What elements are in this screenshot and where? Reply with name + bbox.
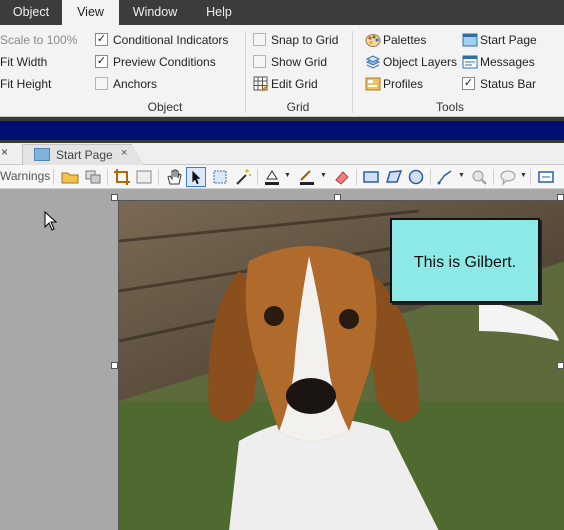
- grid-group-label: Grid: [286, 100, 310, 114]
- group-icon[interactable]: [83, 167, 103, 187]
- profiles-label: Profiles: [383, 77, 424, 91]
- callout-shape-icon[interactable]: [498, 167, 518, 187]
- polygon-icon[interactable]: [384, 167, 404, 187]
- menu-object[interactable]: Object: [0, 0, 62, 25]
- pointer-cursor-icon: [44, 211, 58, 231]
- menu-window[interactable]: Window: [119, 0, 191, 25]
- folder-icon[interactable]: [60, 167, 80, 187]
- layers-icon: [365, 55, 381, 69]
- edit-grid-label: Edit Grid: [271, 77, 318, 91]
- messages-icon: [462, 55, 478, 69]
- line-color-icon[interactable]: [297, 167, 317, 187]
- resize-handle[interactable]: [557, 362, 564, 369]
- start-page-icon: [462, 33, 478, 47]
- callout-text: This is Gilbert.: [413, 254, 517, 271]
- rectangle-icon[interactable]: [361, 167, 381, 187]
- close-icon[interactable]: ×: [1, 145, 8, 159]
- menu-bar: Object View Window Help: [0, 0, 564, 25]
- palette-icon: [365, 34, 381, 47]
- crop-icon[interactable]: [112, 167, 132, 187]
- text-callout[interactable]: This is Gilbert.: [390, 218, 540, 303]
- checkbox-unchecked: [253, 33, 266, 46]
- menu-help[interactable]: Help: [191, 0, 247, 25]
- palettes-label: Palettes: [383, 33, 427, 47]
- status-bar-label: Status Bar: [480, 77, 537, 91]
- resize-handle[interactable]: [334, 194, 341, 201]
- select-frame-icon[interactable]: [210, 167, 230, 187]
- document-tab-strip: × Start Page ×: [0, 143, 564, 165]
- ribbon-divider: [245, 31, 246, 113]
- toolbar-divider: [107, 169, 108, 185]
- menu-view[interactable]: View: [62, 0, 119, 25]
- anchors-label: Anchors: [113, 77, 158, 91]
- eraser-icon[interactable]: [332, 167, 352, 187]
- toolbar-divider: [158, 169, 159, 185]
- tab-start-page[interactable]: Start Page ×: [22, 144, 144, 165]
- zoom-icon[interactable]: [469, 167, 489, 187]
- chevron-down-icon[interactable]: ▼: [320, 172, 327, 179]
- navy-strip: [0, 121, 564, 140]
- checkbox-checked: ✓: [95, 55, 108, 68]
- warnings-label[interactable]: Warnings: [0, 169, 50, 183]
- scale-to-100-button[interactable]: Scale to 100%: [0, 30, 77, 50]
- object-layers-label: Object Layers: [383, 55, 458, 69]
- show-grid-label: Show Grid: [271, 55, 328, 69]
- toolbar-divider: [493, 169, 494, 185]
- toolbar-divider: [257, 169, 258, 185]
- checkbox-unchecked: [253, 55, 266, 68]
- ellipse-icon[interactable]: [406, 167, 426, 187]
- messages-label: Messages: [480, 55, 535, 69]
- profiles-icon: [365, 77, 381, 91]
- resize-handle[interactable]: [557, 194, 564, 201]
- edit-grid-icon: [253, 76, 269, 92]
- toolbar-divider: [53, 169, 54, 185]
- start-page-icon: [34, 148, 50, 161]
- close-icon[interactable]: ×: [121, 147, 127, 159]
- image-icon[interactable]: [134, 167, 154, 187]
- pointer-tool-icon[interactable]: [186, 167, 206, 187]
- ribbon-divider: [352, 31, 353, 113]
- pan-hand-icon[interactable]: [164, 167, 184, 187]
- chevron-down-icon[interactable]: ▼: [458, 172, 465, 179]
- resize-handle[interactable]: [111, 194, 118, 201]
- fit-width-button[interactable]: Fit Width: [0, 52, 47, 72]
- checkbox-checked: ✓: [95, 33, 108, 46]
- magic-wand-icon[interactable]: [233, 167, 253, 187]
- preview-conditions-label: Preview Conditions: [113, 55, 216, 69]
- tab-label: Start Page: [56, 148, 113, 162]
- start-page-label: Start Page: [480, 33, 537, 47]
- chevron-down-icon[interactable]: ▼: [520, 172, 527, 179]
- toolbar-divider: [430, 169, 431, 185]
- fit-height-button[interactable]: Fit Height: [0, 74, 51, 94]
- fill-color-icon[interactable]: [262, 167, 282, 187]
- checkbox-checked: ✓: [462, 77, 475, 90]
- tools-group-label: Tools: [435, 100, 464, 114]
- text-box-icon[interactable]: [536, 167, 556, 187]
- toolbar-divider: [356, 169, 357, 185]
- resize-handle[interactable]: [111, 362, 118, 369]
- checkbox-unchecked: [95, 77, 108, 90]
- drawing-toolbar: Warnings ▼ ▼ ▼ ▼: [0, 165, 564, 189]
- snap-to-grid-label: Snap to Grid: [271, 33, 339, 47]
- chevron-down-icon[interactable]: ▼: [284, 172, 291, 179]
- connector-icon[interactable]: [435, 167, 455, 187]
- ribbon: Scale to 100% Fit Width Fit Height ✓ Con…: [0, 25, 564, 117]
- conditional-indicators-label: Conditional Indicators: [113, 33, 229, 47]
- toolbar-divider: [530, 169, 531, 185]
- object-group-label: Object: [147, 100, 183, 114]
